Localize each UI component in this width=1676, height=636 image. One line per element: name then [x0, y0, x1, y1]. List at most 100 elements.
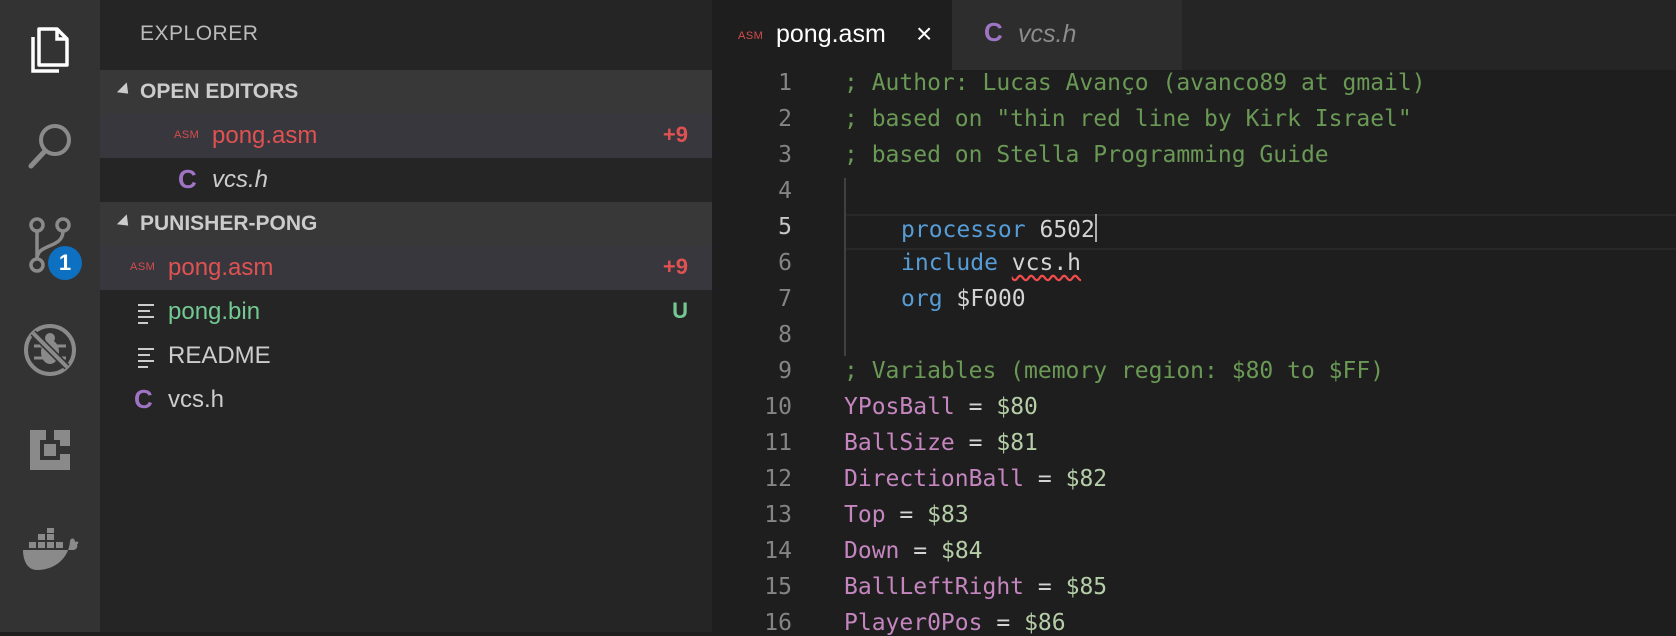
line-number: 5: [778, 214, 792, 240]
operator: =: [996, 610, 1011, 636]
explorer-sidebar: EXPLORER OPEN EDITORS ASM pong.asm +9 C …: [100, 0, 712, 632]
operator: =: [899, 502, 914, 528]
value: $85: [1065, 574, 1108, 600]
code-line: org $F000: [901, 286, 1026, 312]
code-line: ; based on "thin red line by Kirk Israel…: [844, 106, 1412, 132]
line-number: 1: [778, 70, 792, 96]
variable: BallSize: [844, 430, 955, 456]
value: $86: [1024, 610, 1066, 636]
open-editors-label: OPEN EDITORS: [140, 80, 299, 103]
file-name: vcs.h: [168, 386, 225, 413]
code-line: DirectionBall = $82: [844, 466, 1107, 492]
line-number: 9: [778, 358, 792, 384]
file-item-readme[interactable]: README: [100, 334, 712, 378]
source-control-icon[interactable]: 1: [0, 195, 100, 295]
tab-label: vcs.h: [1018, 20, 1077, 48]
activity-bar: 1: [0, 0, 100, 632]
value: $83: [927, 502, 969, 528]
code-line: BallLeftRight = $85: [844, 574, 1107, 600]
file-lines-icon: [138, 348, 154, 372]
variable: YPosBall: [844, 394, 955, 420]
code-line: YPosBall = $80: [844, 394, 1038, 420]
project-header[interactable]: PUNISHER-PONG: [100, 202, 712, 246]
line-number: 16: [764, 610, 792, 636]
line-number: 12: [764, 466, 792, 492]
value: $F000: [956, 286, 1026, 312]
c-icon: C: [984, 17, 1003, 47]
operator: =: [913, 538, 928, 564]
code-line: include vcs.h: [901, 250, 1081, 276]
explorer-title: EXPLORER: [140, 22, 259, 45]
file-item-vcs-h[interactable]: C vcs.h: [100, 378, 712, 422]
code-line: ; Author: Lucas Avanço (avanco89 at gmai…: [844, 70, 1426, 96]
file-item-pong-bin[interactable]: pong.bin U: [100, 290, 712, 334]
variable: Top: [844, 502, 886, 528]
operator: =: [968, 394, 983, 420]
git-status: U: [672, 298, 688, 323]
close-icon[interactable]: ×: [916, 18, 932, 50]
operator: =: [968, 430, 983, 456]
variable: Player0Pos: [844, 610, 983, 636]
asm-icon: ASM: [738, 30, 764, 42]
c-icon: C: [178, 164, 197, 194]
value: $80: [996, 394, 1038, 420]
value: $81: [996, 430, 1038, 456]
tab-vcs-h[interactable]: C vcs.h: [952, 0, 1182, 70]
asm-icon: ASM: [174, 129, 200, 141]
tab-pong-asm[interactable]: ASM pong.asm ×: [712, 0, 952, 70]
open-editor-item-pong-asm[interactable]: ASM pong.asm +9: [100, 114, 712, 158]
line-number: 3: [778, 142, 792, 168]
file-name: pong.bin: [168, 298, 261, 325]
git-status: +9: [662, 254, 688, 279]
search-icon[interactable]: [0, 95, 100, 195]
open-editors-header[interactable]: OPEN EDITORS: [100, 70, 712, 114]
debug-icon[interactable]: [0, 300, 100, 400]
file-lines-icon: [138, 304, 154, 328]
variable: DirectionBall: [844, 466, 1025, 492]
operator: =: [1037, 574, 1052, 600]
line-number: 14: [764, 538, 792, 564]
code-line: Player0Pos = $86: [844, 610, 1066, 636]
file-name: vcs.h: [212, 166, 269, 193]
files-icon[interactable]: [0, 0, 100, 100]
code-line: Down = $84: [844, 538, 983, 564]
code-editor[interactable]: 1 ; Author: Lucas Avanço (avanco89 at gm…: [712, 70, 1676, 636]
line-number: 10: [764, 394, 792, 420]
text-cursor: [1094, 214, 1097, 242]
line-number: 2: [778, 106, 792, 132]
code-line: processor 6502: [901, 214, 1097, 243]
file-item-pong-asm[interactable]: ASM pong.asm +9: [100, 246, 712, 290]
project-label: PUNISHER-PONG: [140, 212, 318, 235]
keyword: processor: [901, 217, 1026, 243]
docker-icon[interactable]: [0, 500, 100, 600]
line-number: 6: [778, 250, 792, 276]
scm-badge: 1: [48, 246, 82, 280]
code-line: ; Variables (memory region: $80 to $FF): [844, 358, 1385, 384]
git-status: +9: [662, 122, 688, 147]
line-number: 11: [764, 430, 792, 456]
line-number: 4: [778, 178, 792, 204]
asm-icon: ASM: [130, 261, 156, 273]
line-number: 7: [778, 286, 792, 312]
code-line: BallSize = $81: [844, 430, 1038, 456]
line-number: 15: [764, 574, 792, 600]
tab-label: pong.asm: [776, 20, 886, 48]
variable: Down: [844, 538, 900, 564]
value-with-error: vcs.h: [1011, 250, 1082, 276]
collapse-triangle-icon: [116, 82, 134, 99]
variable: BallLeftRight: [844, 574, 1025, 600]
file-name: pong.asm: [212, 122, 318, 149]
code-line: ; based on Stella Programming Guide: [844, 142, 1329, 168]
c-icon: C: [134, 384, 153, 414]
keyword: include: [901, 250, 998, 276]
open-editor-item-vcs-h[interactable]: C vcs.h: [100, 158, 712, 202]
value: 6502: [1039, 217, 1095, 243]
indent-guide: [844, 178, 846, 356]
keyword: org: [901, 286, 943, 312]
file-name: README: [168, 342, 271, 369]
line-number: 13: [764, 502, 792, 528]
file-name: pong.asm: [168, 254, 274, 281]
operator: =: [1037, 466, 1052, 492]
code-line: Top = $83: [844, 502, 969, 528]
extensions-icon[interactable]: [0, 400, 100, 500]
